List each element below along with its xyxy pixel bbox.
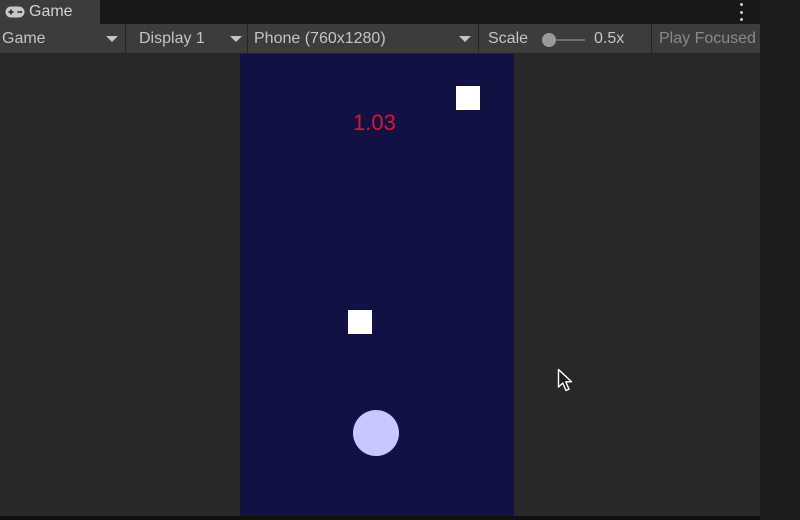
game-view-window: Game Game Display 1 Phone (760x1280) Sca…: [0, 0, 760, 516]
scale-label: Scale: [488, 29, 529, 47]
chevron-down-icon: [106, 36, 118, 42]
scale-value: 0.5x: [594, 29, 625, 47]
view-mode-label: Game: [2, 29, 46, 47]
resolution-label: Phone (760x1280): [254, 29, 386, 47]
right-panel-edge: [760, 0, 800, 520]
play-focused-label: Play Focused: [659, 29, 756, 47]
tab-game[interactable]: Game: [0, 0, 100, 24]
game-toolbar: Game Display 1 Phone (760x1280) Scale: [0, 24, 760, 54]
display-label: Display 1: [139, 29, 205, 47]
obstacle-block: [348, 310, 372, 334]
chevron-down-icon: [459, 36, 471, 42]
player-ball: [353, 410, 399, 456]
obstacle-block: [456, 86, 480, 110]
bottom-panel-edge: [0, 516, 760, 520]
play-focused-dropdown[interactable]: Play Focused: [651, 24, 760, 53]
game-viewport[interactable]: 1.03: [240, 54, 514, 516]
view-mode-dropdown[interactable]: Game: [0, 24, 126, 53]
tab-bar: Game: [0, 0, 760, 24]
tab-title: Game: [29, 3, 73, 20]
score-text: 1.03: [353, 110, 396, 135]
display-dropdown[interactable]: Display 1: [126, 24, 248, 53]
scale-slider-handle[interactable]: [542, 33, 556, 47]
resolution-dropdown[interactable]: Phone (760x1280): [248, 24, 479, 53]
chevron-down-icon: [230, 36, 242, 42]
mouse-cursor-icon: [557, 368, 573, 392]
gamepad-icon: [5, 6, 25, 18]
more-options-icon[interactable]: [738, 3, 744, 21]
